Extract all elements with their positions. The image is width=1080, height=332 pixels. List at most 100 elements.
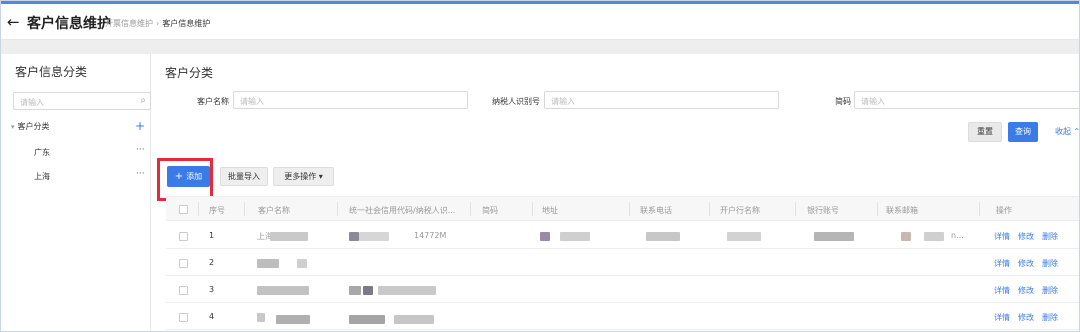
category-sidebar: 客户信息分类 请输入 ⌕ ▾ 客户分类 + 广东 ··· 上海 ··· [7,54,151,331]
column-header-bank-name: 开户行名称 [720,206,760,215]
table-row[interactable]: 4 详情 修改 删除 [166,304,1079,330]
row-checkbox[interactable] [179,259,188,268]
sidebar-search-input[interactable]: 请输入 ⌕ [13,92,151,110]
breadcrumb-separator-icon: › [156,19,160,28]
filter-label-tax-id: 纳税人识别号 [492,97,540,106]
details-link[interactable]: 详情 [994,312,1010,323]
row-checkbox[interactable] [179,232,188,241]
row-checkbox[interactable] [179,286,188,295]
redacted-block [257,286,309,295]
redacted-block [349,232,359,241]
redacted-block [540,232,550,241]
row-index: 2 [209,258,215,267]
details-link[interactable]: 详情 [994,231,1010,242]
table-row[interactable]: 3 详情 修改 删除 [166,277,1079,303]
short-code-input[interactable]: 请输入 [854,91,1079,109]
redacted-block [394,315,434,324]
edit-link[interactable]: 修改 [1018,285,1034,296]
redacted-block [297,259,307,268]
batch-import-button[interactable]: 批量导入 [220,167,268,186]
column-divider [979,202,980,216]
delete-link[interactable]: 删除 [1042,312,1058,323]
redacted-block [901,232,911,241]
header-spacer [1,40,1079,54]
redacted-block [270,232,308,241]
redacted-block [359,232,389,241]
redacted-block [363,286,373,295]
filter-label-short-code: 简码 [835,97,851,106]
column-header-credit-code: 统一社会信用代码/纳税人识... [349,206,456,215]
details-link[interactable]: 详情 [994,285,1010,296]
redacted-block [257,259,279,268]
column-divider [337,202,338,216]
edit-link[interactable]: 修改 [1018,258,1034,269]
redacted-block [378,286,436,295]
details-link[interactable]: 详情 [994,258,1010,269]
edit-link[interactable]: 修改 [1018,231,1034,242]
column-divider [470,202,471,216]
delete-link[interactable]: 删除 [1042,258,1058,269]
sidebar-search-placeholder: 请输入 [20,98,44,107]
select-all-checkbox[interactable] [179,205,188,214]
chevron-up-icon: ⌃ [1073,127,1080,136]
column-divider [877,202,878,216]
row-checkbox[interactable] [179,313,188,322]
redacted-block [276,315,310,324]
row-index: 4 [209,312,215,321]
column-divider [629,202,630,216]
column-header-address: 地址 [542,206,558,215]
delete-link[interactable]: 删除 [1042,285,1058,296]
row-index: 1 [209,231,215,240]
table-header: 序号 客户名称 统一社会信用代码/纳税人识... 简码 地址 联系电话 开户行名… [166,196,1079,221]
app-window: ← 客户信息维护 开票信息维护 › 客户信息维护 客户信息分类 请输入 ⌕ ▾ 客户分… [0,0,1080,332]
tree-root-node[interactable]: ▾ 客户分类 [11,121,50,132]
redacted-block [646,232,680,241]
column-header-phone: 联系电话 [640,206,672,215]
customer-name-input[interactable]: 请输入 [233,91,468,109]
input-placeholder: 请输入 [551,97,575,106]
tree-node-shanghai[interactable]: 上海 [34,171,50,182]
column-header-index: 序号 [209,206,225,215]
table-row[interactable]: 1 上海 14772M n... 详情 修改 删除 [166,223,1079,249]
collapse-label: 收起 [1055,127,1071,136]
more-options-icon[interactable]: ··· [136,169,145,179]
table-row[interactable]: 2 详情 修改 删除 [166,250,1079,276]
column-header-bank-account: 银行账号 [807,206,839,215]
main-content: 客户分类 客户名称 请输入 纳税人识别号 请输入 简码 请输入 重置 查询 收起… [152,54,1080,331]
back-arrow-icon[interactable]: ← [7,13,20,31]
page-title: 客户信息维护 [27,16,111,32]
edit-link[interactable]: 修改 [1018,312,1034,323]
tree-node-guangdong[interactable]: 广东 [34,147,50,158]
row-index: 3 [209,285,215,294]
breadcrumb-item-current: 客户信息维护 [162,19,211,28]
input-placeholder: 请输入 [240,97,264,106]
breadcrumb-item-parent[interactable]: 开票信息维护 [105,19,153,28]
email-cell: n... [951,231,964,240]
more-options-icon[interactable]: ··· [136,145,145,155]
tax-id-input[interactable]: 请输入 [544,91,779,109]
column-header-email: 联系邮箱 [886,206,918,215]
redacted-block [349,315,385,324]
reset-button[interactable]: 重置 [968,122,1002,142]
search-icon[interactable]: ⌕ [140,95,146,106]
caret-down-icon[interactable]: ▾ [11,123,15,131]
redacted-block [814,232,854,241]
filter-label-customer-name: 客户名称 [197,97,229,106]
redacted-block [924,232,944,241]
collapse-link[interactable]: 收起 ⌃ [1055,126,1080,137]
redacted-block [349,286,361,295]
column-header-actions: 操作 [996,206,1012,215]
breadcrumb: 开票信息维护 › 客户信息维护 [105,18,210,29]
redacted-block [727,232,761,241]
credit-code-cell: 14772M [414,231,447,240]
column-divider [198,202,199,216]
more-actions-button[interactable]: 更多操作 ▾ [273,167,334,186]
sidebar-title: 客户信息分类 [15,65,88,79]
highlight-box [157,158,213,201]
main-title: 客户分类 [165,66,214,80]
add-category-icon[interactable]: + [135,119,145,133]
query-button[interactable]: 查询 [1008,122,1038,142]
more-actions-label: 更多操作 [284,172,317,181]
column-divider [532,202,533,216]
delete-link[interactable]: 删除 [1042,231,1058,242]
